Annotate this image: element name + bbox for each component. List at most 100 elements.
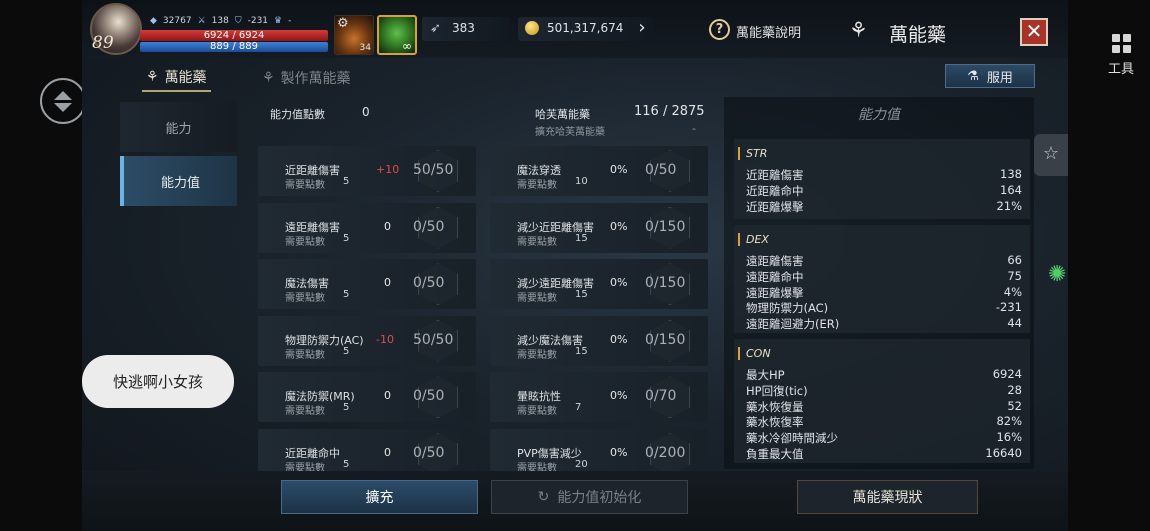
- trophy-value: -: [288, 16, 292, 26]
- potion-icon: ⚗: [967, 68, 979, 84]
- stats-row-label: 藥水恢復量: [746, 399, 804, 414]
- hp-text: 6924 / 6924: [203, 30, 265, 41]
- halfaran-sub-value: -: [692, 122, 696, 135]
- nav-stats[interactable]: 能力值: [120, 156, 237, 206]
- trophy-icon: ♛: [274, 16, 283, 26]
- need-points-value: 20: [575, 459, 588, 470]
- stat-cell[interactable]: 減少遠距離傷害 需要點數 15 0% 0/150: [490, 259, 708, 310]
- stat-cell[interactable]: 暈眩抗性 需要點數 7 0% 0/70: [490, 372, 708, 423]
- nav-ability[interactable]: 能力: [120, 102, 237, 152]
- expand-button[interactable]: 擴充: [281, 480, 478, 514]
- stats-row-value: 6924: [992, 367, 1022, 381]
- need-points-value: 15: [575, 289, 588, 301]
- need-points-label: 需要點數: [517, 293, 557, 305]
- tab-elixir[interactable]: ⚘ 萬能藥: [142, 64, 211, 92]
- stats-row: 遠距離迴避力(ER) 44: [746, 316, 1022, 332]
- power-icon: ◆: [150, 16, 157, 26]
- elixir-status-button[interactable]: 萬能藥現狀: [797, 480, 978, 514]
- gear-icon[interactable]: ⚙: [337, 16, 349, 31]
- stat-cell[interactable]: 魔法穿透 需要點數 10 0% 0/50: [490, 146, 708, 196]
- stats-row-label: 近距離爆擊: [746, 199, 804, 214]
- stat-bonus: 0%: [610, 332, 628, 346]
- stat-progress: 50/50: [413, 162, 454, 178]
- grid-icon: [1104, 34, 1138, 53]
- halfaran-value: 116 / 2875: [634, 104, 705, 119]
- stats-row-label: 藥水冷卻時間減少: [746, 431, 838, 446]
- need-points-value: 5: [343, 402, 350, 414]
- stat-progress: 0/50: [645, 162, 677, 178]
- stat-cell[interactable]: 魔法防禦(MR) 需要點數 5 0 0/50: [258, 372, 476, 423]
- reset-stats-button[interactable]: ↻ 能力值初始化: [491, 480, 688, 514]
- elixir-title-icon: ⚘: [849, 18, 868, 42]
- stats-row-label: 遠距離命中: [746, 269, 804, 284]
- sword-icon: ⚔: [197, 16, 206, 26]
- tab-craft-elixir[interactable]: ⚘ 製作萬能藥: [262, 64, 351, 92]
- stat-bonus: 0: [384, 389, 391, 403]
- need-points-value: 5: [343, 459, 350, 470]
- take-elixir-button[interactable]: ⚗ 服用: [945, 64, 1035, 88]
- feather-icon: ➶: [430, 21, 441, 36]
- help-icon[interactable]: ?: [709, 19, 730, 40]
- stats-row-label: 藥水恢復率: [746, 415, 804, 430]
- potion-slot[interactable]: ⚙ 34: [334, 15, 374, 55]
- stats-section-header: STR: [738, 147, 767, 160]
- stat-cell[interactable]: 近距離傷害 需要點數 5 +10 50/50: [258, 146, 476, 196]
- player-level: 89: [92, 33, 114, 53]
- stats-row-value: 4%: [1003, 284, 1022, 299]
- close-button[interactable]: ✕: [1020, 18, 1048, 46]
- stats-row: 遠距離傷害 66: [746, 253, 1022, 269]
- stats-row-value: -231: [995, 300, 1022, 315]
- stats-row: 近距離爆擊 21%: [746, 199, 1022, 215]
- power-value: 32767: [162, 16, 192, 26]
- tab-craft-label: 製作萬能藥: [280, 71, 351, 87]
- stats-row-label: 負重最大值: [746, 447, 804, 461]
- tools-label: 工具: [1107, 62, 1134, 77]
- stats-row-value: 28: [1007, 382, 1022, 397]
- stat-progress: 0/50: [413, 218, 445, 235]
- need-points-value: 15: [575, 345, 588, 357]
- stat-cell[interactable]: 物理防禦力(AC) 需要點數 5 -10 50/50: [258, 315, 476, 366]
- stat-cell[interactable]: 遠距離傷害 需要點數 5 0 0/50: [258, 202, 476, 253]
- help-label[interactable]: 萬能藥說明: [736, 22, 801, 41]
- stats-row-value: 21%: [996, 198, 1022, 213]
- stat-cell[interactable]: 減少近距離傷害 需要點數 15 0% 0/150: [490, 202, 708, 253]
- need-points-label: 需要點數: [517, 349, 557, 361]
- stats-row-value: 44: [1007, 316, 1022, 331]
- chat-bubble[interactable]: 快逃啊小女孩: [82, 355, 234, 408]
- tools-button[interactable]: 工具: [1104, 34, 1138, 77]
- stat-cell[interactable]: 減少魔法傷害 需要點數 15 0% 0/150: [490, 315, 708, 366]
- stat-progress: 0/150: [645, 218, 686, 235]
- stats-row: HP回復(tic) 28: [746, 383, 1022, 399]
- scroll-toggle-button[interactable]: [40, 78, 86, 124]
- stats-row-label: HP回復(tic): [746, 383, 808, 398]
- player-stat-line: ◆ 32767 ⚔ 138 ⛉ -231 ♛ -: [150, 16, 291, 26]
- need-points-value: 15: [575, 232, 588, 244]
- stats-row-value: 138: [1000, 167, 1022, 181]
- chevron-right-icon[interactable]: ›: [630, 17, 654, 41]
- need-points-label: 需要點數: [285, 293, 325, 305]
- gold-value: 501,317,674: [547, 21, 624, 35]
- side-emblem-icon: ✺: [1048, 262, 1067, 287]
- stats-row: 負重最大值 16640: [746, 446, 1022, 462]
- stats-row: 藥水恢復率 82%: [746, 414, 1022, 430]
- stats-section-header: CON: [738, 347, 771, 360]
- stat-progress: 50/50: [413, 331, 454, 348]
- stats-row-label: 遠距離爆擊: [746, 285, 804, 300]
- stat-progress: 0/150: [645, 275, 686, 292]
- stats-row-value: 66: [1007, 253, 1022, 267]
- feather-value: 383: [452, 21, 475, 35]
- stats-row: 近距離傷害 138: [746, 167, 1022, 183]
- star-icon[interactable]: ☆: [1034, 134, 1068, 176]
- stats-row: 遠距離命中 75: [746, 269, 1022, 285]
- need-points-label: 需要點數: [285, 406, 325, 418]
- need-points-label: 需要點數: [517, 180, 557, 191]
- stat-cell[interactable]: 魔法傷害 需要點數 5 0 0/50: [258, 259, 476, 310]
- stats-row-label: 物理防禦力(AC): [746, 301, 829, 316]
- arrow-down-icon: [54, 102, 72, 112]
- gold-coin-icon: [525, 21, 539, 35]
- stats-row-value: 16%: [996, 430, 1022, 445]
- elixir-slot[interactable]: ∞: [377, 15, 417, 55]
- stats-summary-panel: 能力值 STR 近距離傷害 138 近距離命中 164 近距離爆擊 21% DEX 遠距離傷害 6…: [724, 97, 1034, 469]
- need-points-value: 5: [343, 345, 350, 357]
- need-points-label: 需要點數: [285, 180, 325, 191]
